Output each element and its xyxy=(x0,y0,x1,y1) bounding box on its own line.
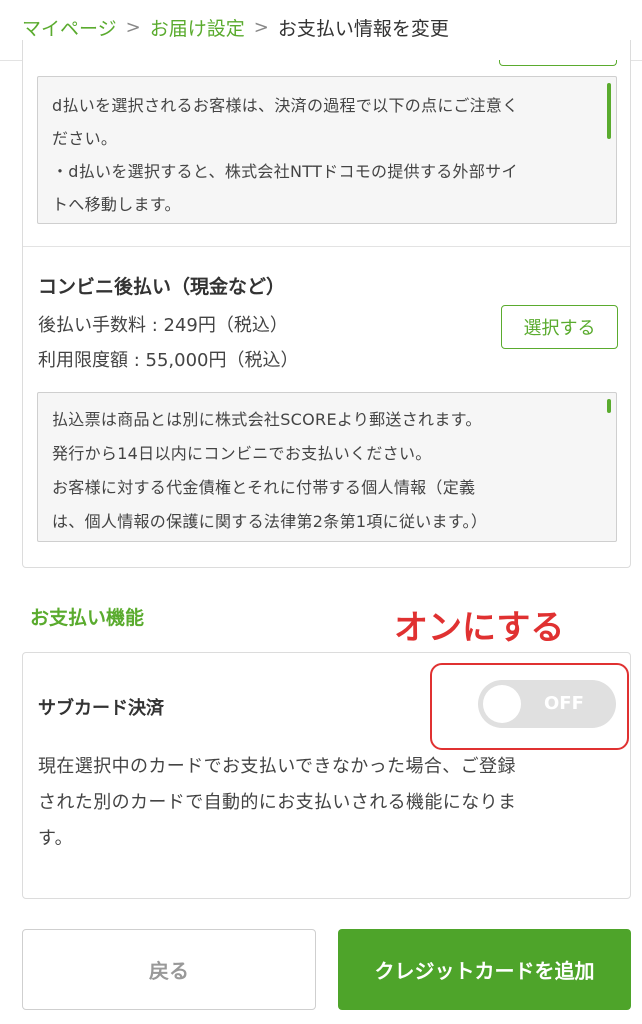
notice-line: 発行から14日以内にコンビニでお支払いください。 xyxy=(52,444,432,463)
sub-card-panel: サブカード決済 OFF 現在選択中のカードでお支払いできなかった場合、ご登録 さ… xyxy=(22,652,631,899)
breadcrumb-link-mypage[interactable]: マイページ xyxy=(22,14,117,41)
notice-line: は、個人情報の保護に関する法律第2条第1項に従います。） xyxy=(52,512,488,531)
convenience-notice-scrollbar[interactable] xyxy=(607,399,611,413)
notice-line: トへ移動します。 xyxy=(52,195,181,214)
d-payment-notice-scrollbar[interactable] xyxy=(607,83,611,139)
description-line: す。 xyxy=(38,828,73,849)
breadcrumb-current: お支払い情報を変更 xyxy=(277,17,449,40)
breadcrumb-separator-icon: > xyxy=(125,16,141,38)
back-button[interactable]: 戻る xyxy=(22,929,316,1010)
sub-card-title: サブカード決済 xyxy=(38,698,164,719)
toggle-knob xyxy=(483,685,521,723)
description-line: された別のカードで自動的にお支払いされる機能になりま xyxy=(38,792,517,813)
notice-line: d払いを選択されるお客様は、決済の過程で以下の点にご注意く xyxy=(52,96,519,115)
turn-on-callout: オンにする xyxy=(394,608,565,648)
breadcrumb-separator-icon: > xyxy=(253,16,269,38)
payment-methods-panel: d払いを選択されるお客様は、決済の過程で以下の点にご注意く ださい。 ・d払いを… xyxy=(22,40,631,568)
breadcrumb: マイページ > お届け設定 > お支払い情報を変更 xyxy=(22,12,449,42)
breadcrumb-link-delivery-settings[interactable]: お届け設定 xyxy=(150,14,245,41)
convenience-payment-fee: 後払い手数料 : 249円（税込） xyxy=(38,315,288,336)
d-payment-notice-text: d払いを選択されるお客様は、決済の過程で以下の点にご注意く ださい。 ・d払いを… xyxy=(38,77,616,221)
add-credit-card-button[interactable]: クレジットカードを追加 xyxy=(338,929,631,1010)
notice-line: ださい。 xyxy=(52,129,118,148)
convenience-payment-title: コンビニ後払い（現金など） xyxy=(38,276,286,298)
convenience-payment-limit: 利用限度額 : 55,000円（税込） xyxy=(38,350,299,371)
sub-card-toggle[interactable]: OFF xyxy=(478,680,616,728)
convenience-notice[interactable]: 払込票は商品とは別に株式会社SCOREより郵送されます。 発行から14日以内にコ… xyxy=(37,392,617,542)
payment-features-heading: お支払い機能 xyxy=(30,607,145,629)
convenience-select-button[interactable]: 選択する xyxy=(501,305,618,349)
notice-line: ・d払いを選択すると、株式会社NTTドコモの提供する外部サイ xyxy=(52,162,518,181)
payment-item-divider xyxy=(23,246,630,247)
description-line: 現在選択中のカードでお支払いできなかった場合、ご登録 xyxy=(38,756,516,777)
notice-line: 払込票は商品とは別に株式会社SCOREより郵送されます。 xyxy=(52,410,482,429)
convenience-notice-text: 払込票は商品とは別に株式会社SCOREより郵送されます。 発行から14日以内にコ… xyxy=(38,393,616,539)
d-payment-notice[interactable]: d払いを選択されるお客様は、決済の過程で以下の点にご注意く ださい。 ・d払いを… xyxy=(37,76,617,224)
sub-card-description: 現在選択中のカードでお支払いできなかった場合、ご登録 された別のカードで自動的に… xyxy=(38,749,608,857)
notice-line: お客様に対する代金債権とそれに付帯する個人情報（定義 xyxy=(52,478,476,497)
toggle-state-label: OFF xyxy=(544,693,584,714)
d-payment-select-button[interactable] xyxy=(499,60,617,66)
